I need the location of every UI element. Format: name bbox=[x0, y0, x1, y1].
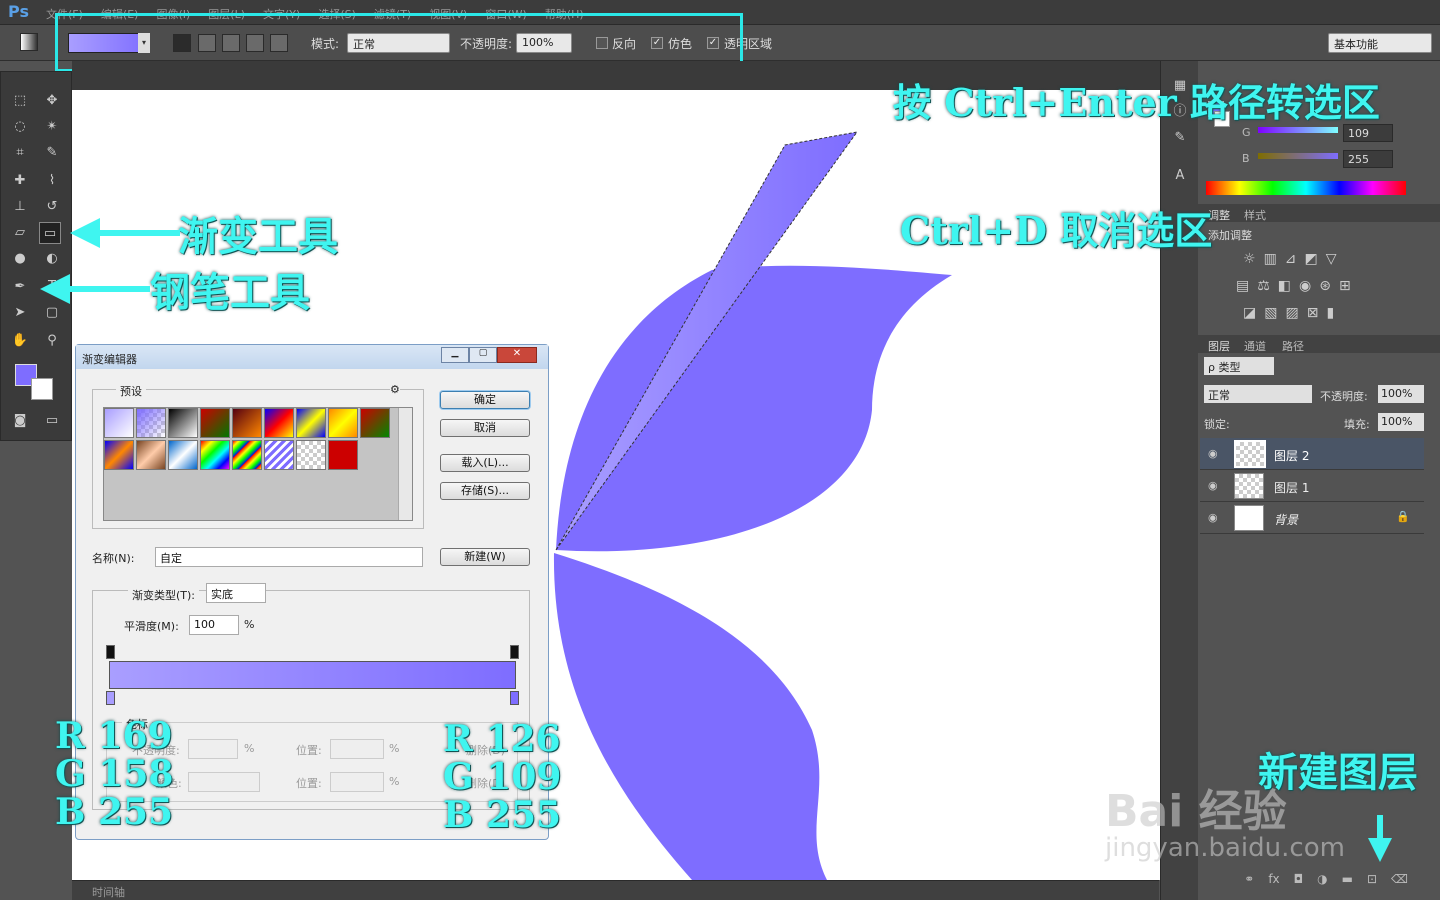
right-b-value: B 255 bbox=[443, 794, 562, 836]
annotation-left-rgb: R 169 G 158 B 255 bbox=[55, 717, 173, 831]
annotation-right-rgb: R 126 G 109 B 255 bbox=[443, 720, 561, 834]
right-r-value: R 126 bbox=[443, 718, 561, 760]
right-g-value: G 109 bbox=[443, 756, 562, 798]
left-r-value: R 169 bbox=[55, 715, 173, 757]
left-b-value: B 255 bbox=[55, 791, 174, 833]
left-g-value: G 158 bbox=[55, 753, 174, 795]
annotation-arrows bbox=[40, 218, 1392, 862]
